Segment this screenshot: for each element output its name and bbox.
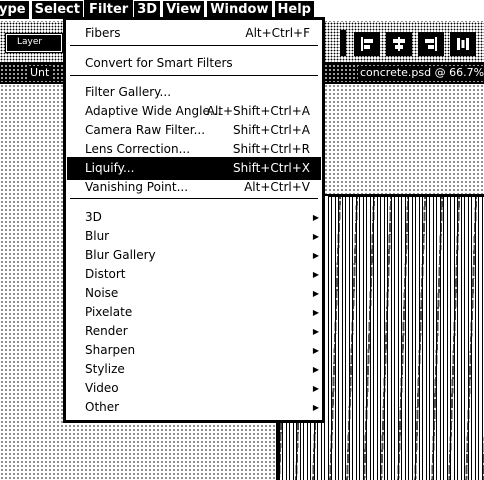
- menu-item-shortcut: Shift+Ctrl+X: [233, 161, 310, 175]
- align-buttons: [354, 32, 476, 56]
- menu-item-noise[interactable]: Noise ▶: [66, 284, 322, 303]
- menu-item-liquify[interactable]: Liquify... Shift+Ctrl+X: [67, 157, 321, 180]
- menu-item-shortcut: Alt+Shift+Ctrl+A: [206, 104, 310, 118]
- menu-item-blur[interactable]: Blur ▶: [66, 227, 322, 246]
- preset-label: Layer: [17, 37, 43, 47]
- align-horizontal-centers-icon[interactable]: [386, 32, 412, 56]
- submenu-arrow-icon: ▶: [312, 251, 319, 260]
- distribute-icon[interactable]: [450, 32, 476, 56]
- menu-type[interactable]: ype: [0, 1, 29, 19]
- menu-item-label: Convert for Smart Filters: [85, 56, 233, 70]
- menu-item-distort[interactable]: Distort ▶: [66, 265, 322, 284]
- submenu-arrow-icon: ▶: [312, 384, 319, 393]
- menu-item-label: Liquify...: [85, 161, 135, 175]
- menu-item-label: Other: [85, 400, 120, 414]
- menu-item-render[interactable]: Render ▶: [66, 322, 322, 341]
- menu-item-vanishing-point[interactable]: Vanishing Point... Alt+Ctrl+V: [66, 178, 322, 197]
- submenu-arrow-icon: ▶: [312, 232, 319, 241]
- submenu-arrow-icon: ▶: [312, 346, 319, 355]
- align-right-edges-icon[interactable]: [418, 32, 444, 56]
- tab-untitled[interactable]: Unt: [28, 66, 52, 79]
- submenu-arrow-icon: ▶: [312, 403, 319, 412]
- menu-item-label: Distort: [85, 267, 126, 281]
- menu-item-other[interactable]: Other ▶: [66, 398, 322, 417]
- menu-item-label: 3D: [85, 210, 102, 224]
- menu-item-label: Video: [85, 381, 119, 395]
- menu-item-video[interactable]: Video ▶: [66, 379, 322, 398]
- toolbar-separator: [340, 30, 346, 56]
- menu-item-pixelate[interactable]: Pixelate ▶: [66, 303, 322, 322]
- menu-item-label: Adaptive Wide Angle...: [85, 104, 222, 118]
- menu-item-label: Noise: [85, 286, 119, 300]
- menu-item-label: Blur: [85, 229, 110, 243]
- tab-concrete[interactable]: concrete.psd @ 66.7% (R: [358, 66, 484, 79]
- submenu-arrow-icon: ▶: [312, 270, 319, 279]
- menu-divider: [70, 198, 318, 199]
- submenu-arrow-icon: ▶: [312, 213, 319, 222]
- menu-item-label: Stylize: [85, 362, 125, 376]
- menu-item-shortcut: Alt+Ctrl+V: [244, 180, 310, 194]
- submenu-arrow-icon: ▶: [312, 308, 319, 317]
- menu-divider: [70, 75, 318, 76]
- menu-item-label: Filter Gallery...: [85, 85, 172, 99]
- menu-item-filter-gallery[interactable]: Filter Gallery...: [66, 83, 322, 102]
- menu-item-label: Camera Raw Filter...: [85, 123, 206, 137]
- menu-item-shortcut: Alt+Ctrl+F: [245, 26, 310, 40]
- menu-divider: [70, 45, 318, 46]
- menu-item-convert-for-smart-filters[interactable]: Convert for Smart Filters: [66, 54, 322, 73]
- menu-item-stylize[interactable]: Stylize ▶: [66, 360, 322, 379]
- menu-item-shortcut: Shift+Ctrl+A: [233, 123, 310, 137]
- menu-item-label: Sharpen: [85, 343, 136, 357]
- menu-item-label: Render: [85, 324, 128, 338]
- submenu-arrow-icon: ▶: [312, 327, 319, 336]
- photoshop-window: ype Select Filter 3D View Window Help La…: [0, 0, 484, 480]
- submenu-arrow-icon: ▶: [312, 365, 319, 374]
- menu-item-blur-gallery[interactable]: Blur Gallery ▶: [66, 246, 322, 265]
- menu-item-lens-correction[interactable]: Lens Correction... Shift+Ctrl+R: [66, 140, 322, 159]
- align-left-edges-icon[interactable]: [354, 32, 380, 56]
- menu-item-sharpen[interactable]: Sharpen ▶: [66, 341, 322, 360]
- menu-item-3d[interactable]: 3D ▶: [66, 208, 322, 227]
- submenu-arrow-icon: ▶: [312, 289, 319, 298]
- menu-item-adaptive-wide-angle[interactable]: Adaptive Wide Angle... Alt+Shift+Ctrl+A: [66, 102, 322, 121]
- filter-menu: Fibers Alt+Ctrl+F Convert for Smart Filter…: [63, 17, 325, 423]
- layer-preset-dropdown[interactable]: Layer: [5, 33, 63, 53]
- menu-item-label: Pixelate: [85, 305, 133, 319]
- menu-item-label: Fibers: [85, 26, 121, 40]
- menu-item-label: Vanishing Point...: [85, 180, 189, 194]
- menu-item-fibers[interactable]: Fibers Alt+Ctrl+F: [66, 24, 322, 43]
- menu-item-label: Blur Gallery: [85, 248, 156, 262]
- menu-item-label: Lens Correction...: [85, 142, 191, 156]
- menu-item-shortcut: Shift+Ctrl+R: [232, 142, 310, 156]
- menu-item-camera-raw-filter[interactable]: Camera Raw Filter... Shift+Ctrl+A: [66, 121, 322, 140]
